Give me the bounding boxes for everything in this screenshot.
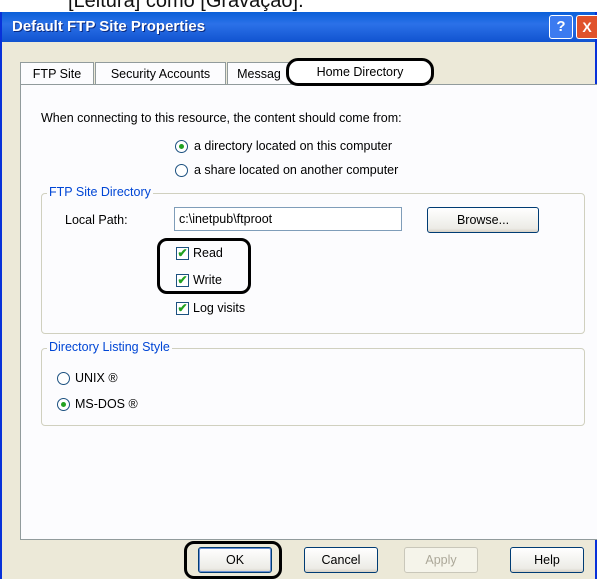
radio-ms-dos-label: MS-DOS ® [75, 397, 138, 411]
help-title-button[interactable]: ? [549, 15, 573, 39]
title-bar[interactable]: Default FTP Site Properties ? X [2, 12, 597, 42]
highlight-oval-ok [184, 541, 282, 579]
properties-dialog: Default FTP Site Properties ? X FTP Site… [0, 12, 597, 579]
radio-local-directory[interactable] [175, 140, 188, 153]
directory-listing-group-label: Directory Listing Style [47, 340, 172, 354]
ftp-site-directory-group-label: FTP Site Directory [47, 185, 153, 199]
highlight-oval-permissions [157, 238, 251, 294]
browse-button[interactable]: Browse... [427, 207, 539, 233]
help-button[interactable]: Help [510, 547, 584, 573]
window-title: Default FTP Site Properties [12, 18, 206, 35]
radio-network-share[interactable] [175, 164, 188, 177]
radio-network-share-label: a share located on another computer [194, 163, 399, 177]
home-directory-panel: When connecting to this resource, the co… [20, 84, 597, 540]
content-source-prompt: When connecting to this resource, the co… [41, 111, 402, 125]
tab-messages[interactable]: Messag [227, 62, 291, 84]
radio-local-directory-label: a directory located on this computer [194, 139, 393, 153]
tab-home-directory[interactable]: Home Directory [286, 58, 434, 86]
local-path-input[interactable] [174, 207, 402, 231]
cancel-button[interactable]: Cancel [304, 547, 378, 573]
radio-ms-dos[interactable] [57, 398, 70, 411]
tab-security-accounts[interactable]: Security Accounts [95, 62, 226, 84]
close-button[interactable]: X [576, 15, 597, 39]
tab-ftp-site[interactable]: FTP Site [20, 62, 94, 84]
radio-unix-label: UNIX ® [75, 371, 118, 385]
directory-listing-group [41, 348, 585, 426]
apply-button[interactable]: Apply [404, 547, 478, 573]
log-visits-checkbox-label: Log visits [193, 301, 246, 315]
log-visits-checkbox[interactable]: ✔ [176, 302, 189, 315]
local-path-label: Local Path: [65, 213, 128, 227]
radio-unix[interactable] [57, 372, 70, 385]
